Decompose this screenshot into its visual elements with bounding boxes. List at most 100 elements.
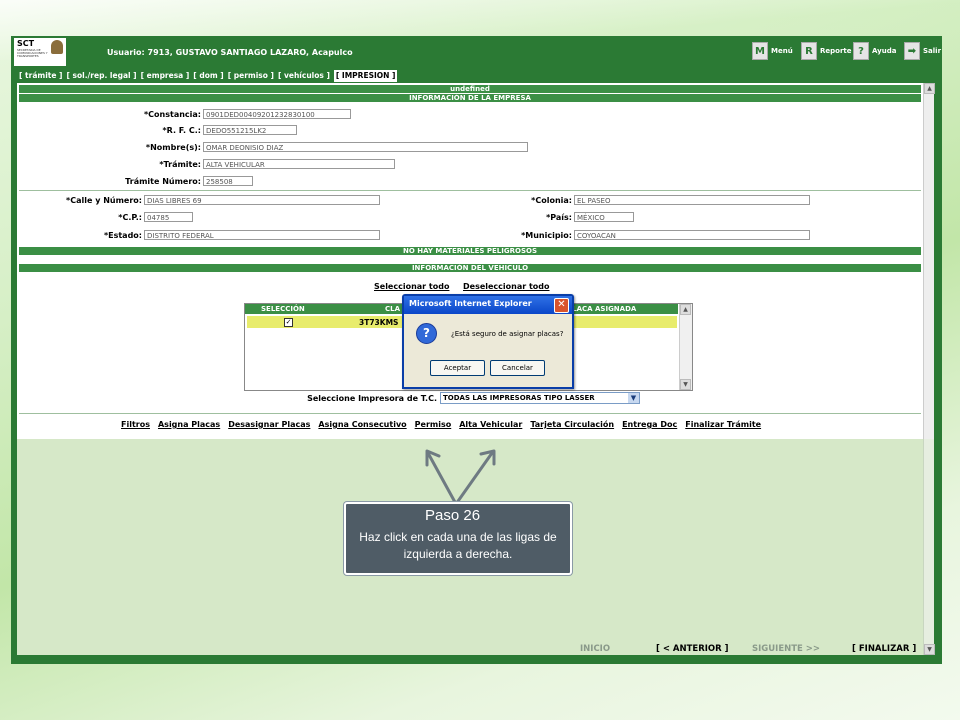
constancia-field[interactable]: 0901DED00409201232830100	[203, 109, 351, 119]
top-bar: SCT SECRETARÍA DE COMUNICACIONES Y TRANS…	[11, 36, 942, 68]
col-seleccion: SELECCIÓN	[261, 305, 305, 313]
nav-inicio[interactable]: INICIO	[580, 644, 610, 654]
nav-finalizar[interactable]: [ FINALIZAR ]	[852, 644, 916, 654]
logo-subtitle: SECRETARÍA DE COMUNICACIONES Y TRANSPORT…	[17, 49, 48, 58]
coat-of-arms-icon	[51, 40, 63, 54]
callout-title: Paso 26	[425, 507, 481, 524]
scroll-up-icon[interactable]: ▲	[680, 304, 691, 315]
salir-button[interactable]: ➡ Salir	[904, 42, 941, 60]
ayuda-button[interactable]: ? Ayuda	[853, 42, 896, 60]
link-entrega-doc[interactable]: Entrega Doc	[622, 420, 677, 429]
divider	[19, 190, 921, 191]
user-label: Usuario: 7913, GUSTAVO SANTIAGO LAZARO, …	[107, 48, 353, 57]
constancia-label: *Constancia:	[143, 110, 201, 119]
tutorial-callout: Paso 26 Haz click en cada una de las lig…	[344, 502, 572, 575]
pointer-arrows	[425, 449, 496, 506]
table-scrollbar[interactable]: ▲ ▼	[679, 304, 692, 390]
reporte-button[interactable]: R Reporte	[801, 42, 852, 60]
action-links: Filtros Asigna Placas Desasignar Placas …	[121, 420, 769, 429]
colonia-field[interactable]: EL PASEO	[574, 195, 810, 205]
select-all-link[interactable]: Seleccionar todo	[374, 282, 449, 291]
tab-tramite[interactable]: [ trámite ]	[19, 70, 62, 82]
tramite-numero-field[interactable]: 258508	[203, 176, 253, 186]
municipio-field[interactable]: COYOACAN	[574, 230, 810, 240]
nombre-field[interactable]: OMAR DEONISIO DIAZ	[203, 142, 528, 152]
pais-label: *País:	[546, 213, 572, 222]
confirm-dialog: Microsoft Internet Explorer ✕ ? ¿Está se…	[402, 294, 574, 389]
report-icon: R	[801, 42, 817, 60]
link-desasignar-placas[interactable]: Desasignar Placas	[228, 420, 310, 429]
cancelar-button[interactable]: Cancelar	[490, 360, 545, 376]
dialog-message: ¿Está seguro de asignar placas?	[451, 330, 564, 338]
tramite-label: *Trámite:	[159, 160, 201, 169]
undefined-bar: undefined	[19, 85, 921, 93]
callout-text: Haz click en cada una de las ligas de iz…	[359, 530, 557, 561]
materiales-bar: NO HAY MATERIALES PELIGROSOS	[19, 247, 921, 255]
empresa-header: INFORMACIÓN DE LA EMPRESA	[19, 94, 921, 102]
calle-label: *Calle y Número:	[66, 196, 142, 205]
tramite-field[interactable]: ALTA VEHICULAR	[203, 159, 395, 169]
link-alta-vehicular[interactable]: Alta Vehicular	[459, 420, 522, 429]
tab-dom[interactable]: [ dom ]	[193, 70, 223, 82]
scroll-up-icon[interactable]: ▲	[924, 83, 935, 94]
dialog-titlebar: Microsoft Internet Explorer ✕	[404, 296, 572, 314]
menu-label: Menú	[771, 47, 793, 55]
tab-empresa[interactable]: [ empresa ]	[141, 70, 190, 82]
ayuda-label: Ayuda	[872, 47, 897, 55]
row-clave: 3T73KMS	[359, 318, 399, 327]
arrow-right-line	[454, 451, 494, 506]
tab-vehiculos[interactable]: [ vehículos ]	[278, 70, 330, 82]
sct-logo: SCT SECRETARÍA DE COMUNICACIONES Y TRANS…	[14, 38, 66, 66]
colonia-label: *Colonia:	[531, 196, 572, 205]
cp-field[interactable]: 04785	[144, 212, 193, 222]
printer-select[interactable]: TODAS LAS IMPRESORAS TIPO LASSER ▼	[440, 392, 640, 404]
row-checkbox[interactable]: ✓	[284, 318, 293, 327]
col-clave: CLA	[385, 305, 401, 313]
tab-sol-rep-legal[interactable]: [ sol./rep. legal ]	[66, 70, 136, 82]
tab-impresion[interactable]: [ IMPRESION ]	[333, 70, 398, 82]
reporte-label: Reporte	[820, 47, 852, 55]
dialog-title: Microsoft Internet Explorer	[409, 299, 532, 308]
logo-text: SCT	[17, 39, 35, 48]
link-asigna-consecutivo[interactable]: Asigna Consecutivo	[318, 420, 406, 429]
cp-label: *C.P.:	[118, 213, 142, 222]
link-permiso[interactable]: Permiso	[415, 420, 452, 429]
divider	[19, 413, 921, 414]
scroll-down-icon[interactable]: ▼	[680, 379, 691, 390]
link-asigna-placas[interactable]: Asigna Placas	[158, 420, 220, 429]
form-scrollbar[interactable]: ▲	[923, 83, 935, 439]
chevron-down-icon[interactable]: ▼	[628, 393, 639, 403]
rfc-field[interactable]: DEDO551215LK2	[203, 125, 297, 135]
link-finalizar-tramite[interactable]: Finalizar Trámite	[685, 420, 761, 429]
content-scrollbar[interactable]: ▼	[923, 439, 935, 655]
deselect-all-link[interactable]: Deseleccionar todo	[463, 282, 550, 291]
close-icon[interactable]: ✕	[554, 298, 569, 313]
link-tarjeta-circulacion[interactable]: Tarjeta Circulación	[530, 420, 614, 429]
rfc-label: *R. F. C.:	[162, 126, 201, 135]
bottom-nav: INICIO [ < ANTERIOR ] SIGUIENTE >> [ FIN…	[11, 642, 942, 658]
vehiculo-header: INFORMACIÓN DEL VEHICULO	[19, 264, 921, 272]
help-icon: ?	[853, 42, 869, 60]
printer-select-value: TODAS LAS IMPRESORAS TIPO LASSER	[443, 394, 595, 402]
municipio-label: *Municipio:	[521, 231, 572, 240]
calle-field[interactable]: DIAS LIBRES 69	[144, 195, 380, 205]
menu-button[interactable]: M Menú	[752, 42, 793, 60]
salir-label: Salir	[923, 47, 942, 55]
tab-permiso[interactable]: [ permiso ]	[228, 70, 274, 82]
estado-field[interactable]: DISTRITO FEDERAL	[144, 230, 380, 240]
pais-field[interactable]: MÉXICO	[574, 212, 634, 222]
estado-label: *Estado:	[103, 231, 142, 240]
aceptar-button[interactable]: Aceptar	[430, 360, 485, 376]
col-placa: PLACA ASIGNADA	[567, 305, 637, 313]
exit-arrow-icon: ➡	[904, 42, 920, 60]
question-icon: ?	[416, 323, 437, 344]
menu-icon: M	[752, 42, 768, 60]
impresora-label: Seleccione Impresora de T.C.	[307, 394, 437, 403]
tab-bar: [ trámite ] [ sol./rep. legal ] [ empres…	[19, 70, 401, 82]
nombre-label: *Nombre(s):	[145, 143, 201, 152]
tramite-numero-label: Trámite Número:	[125, 177, 201, 186]
nav-siguiente[interactable]: SIGUIENTE >>	[752, 644, 820, 654]
link-filtros[interactable]: Filtros	[121, 420, 150, 429]
arrow-left-line	[426, 451, 458, 506]
nav-anterior[interactable]: [ < ANTERIOR ]	[656, 644, 729, 654]
